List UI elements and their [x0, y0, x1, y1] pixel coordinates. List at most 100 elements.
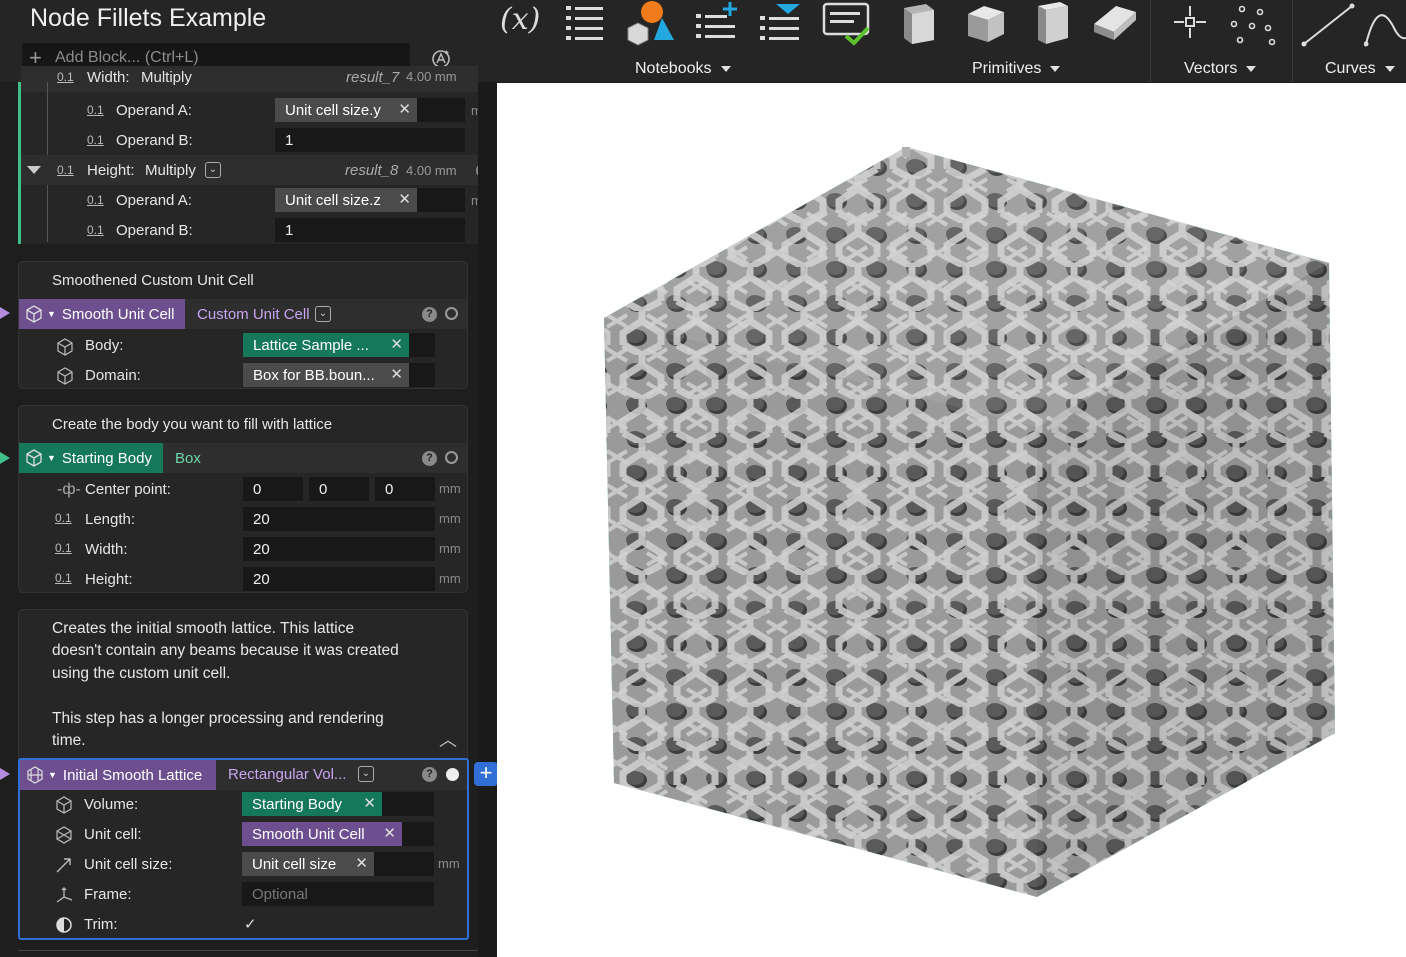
center-z-input[interactable]: 0 [375, 477, 435, 501]
unit-cell-size-chip[interactable]: Unit cell size ✕ [242, 852, 374, 876]
remove-icon[interactable]: ✕ [355, 854, 368, 872]
width-operand-b-input[interactable]: 1 [275, 128, 465, 152]
block-name-tag[interactable]: ▼ Smooth Unit Cell [19, 299, 185, 329]
slab-icon[interactable] [1090, 2, 1140, 44]
collapse-icon[interactable] [27, 166, 41, 174]
width-op-dropdown[interactable]: Multiply [141, 69, 192, 86]
comment-line: doesn't contain any beams because it was… [52, 642, 399, 659]
selected-block-frame[interactable]: ▼ Initial Smooth Lattice Rectangular Vol… [18, 758, 469, 940]
vectors-menu[interactable]: Vectors [1184, 60, 1257, 78]
block-type[interactable]: Rectangular Vol... [228, 766, 346, 783]
width-row: 0.1 Width: Multiply result_7 4.00 mm [21, 66, 478, 92]
lattice-icon [27, 766, 43, 784]
trim-checkbox[interactable]: ✓ [244, 915, 257, 933]
variable-icon[interactable]: (x) [500, 2, 540, 37]
number-icon: 0.1 [87, 133, 104, 147]
unit-label: mm [439, 481, 461, 496]
remove-icon[interactable]: ✕ [390, 365, 403, 383]
block-port-indicator [0, 768, 10, 780]
point-cloud-icon[interactable] [1226, 4, 1276, 48]
frame-input[interactable]: Optional [242, 882, 434, 906]
number-icon: 0.1 [55, 541, 72, 555]
remove-icon[interactable]: ✕ [398, 100, 411, 118]
width-label: Width: [85, 541, 128, 558]
notebooks-label: Notebooks [635, 60, 712, 77]
vectors-label: Vectors [1184, 60, 1238, 77]
width-input[interactable]: 20 [243, 537, 435, 561]
block-type[interactable]: Box [175, 450, 201, 467]
caret-down-icon [1050, 65, 1061, 72]
tall-box-icon[interactable] [1030, 0, 1074, 46]
help-icon[interactable]: ? [422, 451, 437, 466]
height-label: Height: [85, 571, 133, 588]
domain-chip[interactable]: Box for BB.boun... ✕ [243, 363, 409, 387]
collapse-comment-icon[interactable]: ︿ [439, 726, 457, 752]
width-operand-a-label: Operand A: [116, 102, 192, 119]
number-icon: 0.1 [55, 571, 72, 585]
list-icon[interactable] [564, 2, 608, 44]
block-comment: Create the body you want to fill with la… [52, 416, 333, 433]
visibility-toggle[interactable] [445, 451, 458, 464]
remove-icon[interactable]: ✕ [383, 824, 396, 842]
lattice-model[interactable] [497, 83, 1406, 957]
block-name: Initial Smooth Lattice [62, 766, 203, 784]
add-list-icon[interactable] [694, 0, 740, 46]
point-icon[interactable] [1172, 4, 1208, 40]
curves-menu[interactable]: Curves [1325, 60, 1395, 78]
volume-chip[interactable]: Starting Body ✕ [242, 792, 382, 816]
visibility-toggle[interactable] [445, 307, 458, 320]
block-type[interactable]: Custom Unit Cell [197, 306, 310, 323]
3d-viewport[interactable] [497, 83, 1406, 957]
primitives-menu[interactable]: Primitives [972, 60, 1061, 78]
curve-icon[interactable] [1364, 2, 1406, 48]
shapes-icon[interactable] [624, 0, 678, 48]
remove-icon[interactable]: ✕ [363, 794, 376, 812]
height-input[interactable]: 20 [243, 567, 435, 591]
unit-cell-chip[interactable]: Smooth Unit Cell ✕ [242, 822, 402, 846]
block-name-tag[interactable]: ▼ Starting Body [19, 443, 163, 473]
block-comment: Smoothened Custom Unit Cell [52, 272, 254, 289]
center-y-input[interactable]: 0 [309, 477, 369, 501]
domain-icon [57, 367, 73, 385]
chevron-down-icon[interactable]: ▼ [48, 770, 57, 780]
help-icon[interactable]: ? [476, 163, 478, 178]
help-icon[interactable]: ? [422, 307, 437, 322]
line-icon[interactable] [1300, 2, 1356, 48]
height-op-dropdown[interactable]: Multiply [145, 162, 196, 179]
chevron-down-icon[interactable]: ⌄ [205, 162, 221, 178]
checklist-icon[interactable] [822, 2, 872, 46]
block-name-tag[interactable]: ▼ Initial Smooth Lattice [20, 760, 216, 790]
remove-icon[interactable]: ✕ [398, 190, 411, 208]
body-chip[interactable]: Lattice Sample ... ✕ [243, 333, 409, 357]
chip-text: Smooth Unit Cell [252, 825, 365, 843]
notebooks-menu[interactable]: Notebooks [635, 60, 731, 78]
trim-icon [56, 917, 72, 933]
block-port-indicator [0, 307, 10, 319]
height-operand-b-input[interactable]: 1 [275, 218, 465, 242]
insert-block-button[interactable]: + [474, 762, 498, 786]
starting-body-block: Create the body you want to fill with la… [18, 405, 468, 593]
chevron-down-icon[interactable]: ⌄ [358, 766, 374, 782]
cuboid-icon[interactable] [898, 0, 942, 46]
unit-cell-label: Unit cell: [84, 826, 142, 843]
chevron-down-icon[interactable]: ⌄ [315, 306, 331, 322]
cube-icon[interactable] [964, 2, 1008, 46]
length-input[interactable]: 20 [243, 507, 435, 531]
width-operand-a-tail [417, 98, 465, 122]
remove-icon[interactable]: ✕ [390, 335, 403, 353]
visibility-toggle[interactable] [446, 768, 459, 781]
unit-label: mm [471, 103, 478, 118]
help-icon[interactable]: ? [422, 767, 437, 782]
app-window: Node Fillets Example + Add Block... (Ctr… [0, 0, 1406, 957]
center-x-input[interactable]: 0 [243, 477, 303, 501]
height-operand-a-chip[interactable]: Unit cell size.z ✕ [275, 188, 417, 212]
body-label: Body: [85, 337, 124, 354]
width-operand-a-chip[interactable]: Unit cell size.y ✕ [275, 98, 417, 122]
chevron-down-icon[interactable]: ▼ [47, 309, 56, 319]
block-name: Starting Body [61, 449, 152, 467]
chip-text: Unit cell size [252, 855, 337, 873]
block-port-indicator [0, 452, 10, 464]
chevron-down-icon[interactable]: ▼ [47, 453, 56, 463]
filter-list-icon[interactable] [758, 0, 804, 46]
ribbon-toolbar: (x) Notebooks Primitives Vectors Curves [478, 0, 1406, 82]
